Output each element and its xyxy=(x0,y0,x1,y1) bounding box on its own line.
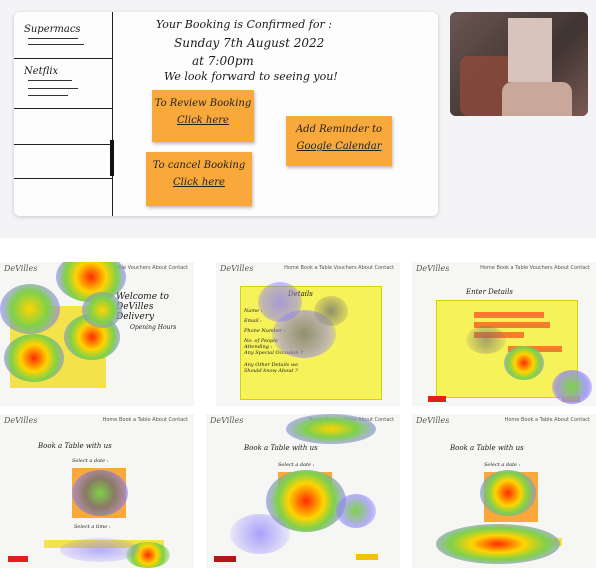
filled-field xyxy=(474,312,544,318)
cancel-booking-button[interactable]: To cancel Booking Click here xyxy=(146,152,252,206)
select-date-label: Select a date : xyxy=(484,462,521,468)
form-label: Email : xyxy=(244,318,262,324)
heatmap-nav: Home Book a Table Vouchers About Contact xyxy=(480,265,590,271)
book-table-title: Book a Table with us xyxy=(450,444,524,452)
heatmap-home: DeVilles Home Book a Table Vouchers Abou… xyxy=(0,262,194,406)
sketch-sidebar: Supermacs Netflix xyxy=(14,12,112,216)
book-table-title: Book a Table with us xyxy=(38,442,112,450)
scribble-line xyxy=(28,88,78,89)
cancel-booking-label: To cancel Booking xyxy=(152,160,246,171)
back-button[interactable] xyxy=(214,556,236,562)
heat-blob xyxy=(504,346,544,380)
sidebar-item[interactable] xyxy=(14,144,112,179)
heat-blob xyxy=(286,414,376,444)
cancel-booking-link: Click here xyxy=(173,177,225,188)
booking-time: at 7:00pm xyxy=(192,54,254,68)
heatmap-logo: DeVilles xyxy=(210,416,244,425)
heat-blob xyxy=(72,470,128,516)
book-table-title: Book a Table with us xyxy=(244,444,318,452)
heatmap-nav: Home Book a Table About Contact xyxy=(102,417,188,423)
heatmap-logo: DeVilles xyxy=(220,264,254,273)
review-booking-link: Click here xyxy=(177,115,229,126)
blurred-face xyxy=(508,18,552,82)
heat-blob xyxy=(466,326,506,354)
heat-blob xyxy=(0,284,60,334)
add-reminder-button[interactable]: Add Reminder to Google Calendar xyxy=(286,116,392,166)
booking-date: Sunday 7th August 2022 xyxy=(174,36,325,50)
heatmap-grid: DeVilles Home Book a Table Vouchers Abou… xyxy=(0,262,596,568)
closing-line: We look forward to seeing you! xyxy=(164,70,338,83)
heatmap-details: DeVilles Home Book a Table Vouchers Abou… xyxy=(216,262,400,406)
heatmap-nav: Home Book a Table Vouchers About Contact xyxy=(284,265,394,271)
heat-blob xyxy=(436,524,560,564)
review-booking-button[interactable]: To Review Booking Click here xyxy=(152,90,254,142)
heatmap-book-table-1: DeVilles Home Book a Table About Contact… xyxy=(0,414,194,568)
back-button[interactable] xyxy=(428,396,446,402)
heat-blob xyxy=(336,494,376,528)
scrollbar-thumb[interactable] xyxy=(110,140,114,176)
select-time-label: Select a time : xyxy=(74,524,111,530)
sketch-divider xyxy=(112,12,113,216)
heatmap-enter-details: DeVilles Home Book a Table Vouchers Abou… xyxy=(412,262,596,406)
sidebar-item-label: Netflix xyxy=(24,66,59,77)
sidebar-item[interactable] xyxy=(14,108,112,145)
heatmap-logo: DeVilles xyxy=(4,416,38,425)
heatmap-book-table-3: DeVilles Home Book a Table About Contact… xyxy=(412,414,596,568)
heat-blob xyxy=(82,292,122,328)
heatmap-logo: DeVilles xyxy=(416,416,450,425)
heat-blob xyxy=(60,538,140,562)
form-label: Any Other Details we Should know About ? xyxy=(244,362,299,374)
welcome-text: Welcome to DeVilles Delivery xyxy=(116,292,169,322)
heatmap-book-table-2: DeVilles Home Book a Table About Contact… xyxy=(206,414,400,568)
sidebar-item[interactable]: Netflix xyxy=(14,58,112,109)
scribble-line xyxy=(28,95,68,96)
heat-blob xyxy=(4,334,64,382)
sketch-prototype-card: Supermacs Netflix Your Booking is Confir… xyxy=(14,12,438,216)
confirmation-line: Your Booking is Confirmed for : xyxy=(156,18,332,31)
next-button[interactable] xyxy=(356,554,378,560)
enter-details-title: Enter Details xyxy=(466,288,513,296)
heat-blob xyxy=(230,514,290,554)
add-reminder-label: Add Reminder to xyxy=(295,124,383,135)
heatmap-logo: DeVilles xyxy=(416,264,450,273)
select-date-label: Select a date : xyxy=(278,462,315,468)
review-booking-label: To Review Booking xyxy=(154,98,252,109)
heat-blob xyxy=(480,470,536,516)
back-button[interactable] xyxy=(8,556,28,562)
select-date-label: Select a date : xyxy=(72,458,109,464)
webcam-shoulders xyxy=(502,82,572,116)
google-calendar-link: Google Calendar xyxy=(296,141,382,152)
scribble-line xyxy=(28,80,72,81)
heatmap-nav: Home Book a Table About Contact xyxy=(504,417,590,423)
opening-hours-text: Opening Hours xyxy=(130,324,177,331)
webcam-feed xyxy=(450,12,588,116)
heat-blob xyxy=(314,296,348,326)
heat-blob xyxy=(552,370,592,404)
heatmap-logo: DeVilles xyxy=(4,264,38,273)
